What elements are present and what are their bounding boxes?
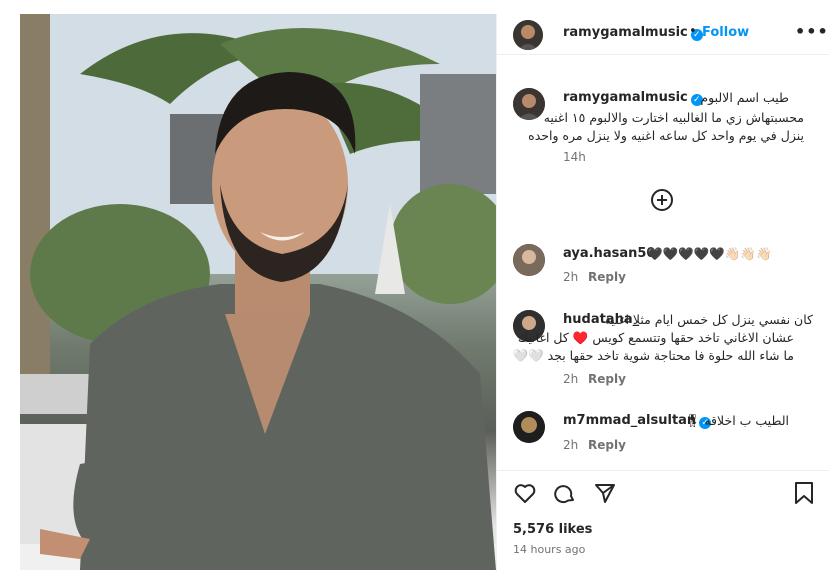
- post-detail-panel: ramygamalmusic ✓ • Follow ••• ramygamalmu…: [496, 14, 829, 571]
- caption-username[interactable]: ramygamalmusic: [563, 90, 688, 105]
- comment-icon[interactable]: [553, 481, 577, 509]
- post-header: ramygamalmusic ✓ • Follow •••: [497, 14, 829, 55]
- post-photo[interactable]: [20, 14, 496, 570]
- save-icon[interactable]: [793, 481, 815, 509]
- follow-button[interactable]: Follow: [702, 25, 749, 40]
- heart-icon[interactable]: [513, 481, 537, 509]
- author-avatar-image: [513, 20, 543, 50]
- comment-text-line-2: عشان الاغاني تاخد حقها وتتسمع كويس ♥️ كل…: [517, 330, 794, 345]
- caption-time[interactable]: 14h: [563, 150, 586, 164]
- likes-count[interactable]: 5,576 likes: [513, 522, 592, 537]
- reply-button[interactable]: Reply: [588, 438, 626, 452]
- comment-avatar-image: [513, 411, 545, 443]
- author-username[interactable]: ramygamalmusic: [563, 25, 688, 40]
- author-username-row[interactable]: ramygamalmusic ✓: [563, 25, 703, 41]
- comment-username[interactable]: m7mmad_alsultan: [563, 413, 696, 428]
- caption-avatar-image: [513, 88, 545, 120]
- caption-username-row[interactable]: ramygamalmusic ✓: [563, 90, 703, 106]
- reply-button[interactable]: Reply: [588, 270, 626, 284]
- post-actions-bar: [497, 470, 829, 572]
- comment-time[interactable]: 2h: [563, 270, 578, 284]
- post-photo-art: [20, 14, 496, 570]
- caption-line-2: محسبتهاش زي ما الغالبيه اختارت والالبوم …: [543, 110, 804, 125]
- comment-text: 🖤🖤🖤🖤🖤👋🏻👋🏻👋🏻: [647, 246, 772, 261]
- comment-avatar[interactable]: [513, 244, 545, 276]
- comment-avatar[interactable]: [513, 411, 545, 443]
- reply-button[interactable]: Reply: [588, 372, 626, 386]
- author-avatar[interactable]: [513, 20, 543, 50]
- add-comment-icon[interactable]: [651, 189, 673, 211]
- comment-username[interactable]: aya.hasan50: [563, 246, 655, 261]
- caption-avatar[interactable]: [513, 88, 545, 120]
- caption-line-1: طيب اسم الالبوم: [700, 90, 789, 105]
- comment-time[interactable]: 2h: [563, 438, 578, 452]
- comment-avatar-image: [513, 244, 545, 276]
- comment-text: الطيب ب اخلاقه 🎖: [684, 413, 789, 428]
- caption-line-3: ينزل في يوم واحد كل ساعه اغنيه ولا ينزل …: [528, 128, 804, 143]
- post-time[interactable]: 14 hours ago: [513, 543, 585, 556]
- comment-text-line-1: كان نفسي ينزل كل خمس ايام مثلا اغنية: [604, 312, 813, 327]
- share-icon[interactable]: [593, 481, 617, 509]
- header-separator: •: [689, 24, 697, 39]
- more-options-icon[interactable]: •••: [795, 22, 829, 41]
- comment-time[interactable]: 2h: [563, 372, 578, 386]
- comment-text-line-3: ما شاء الله حلوة فا محتاجة شوية تاخد حقه…: [512, 348, 795, 363]
